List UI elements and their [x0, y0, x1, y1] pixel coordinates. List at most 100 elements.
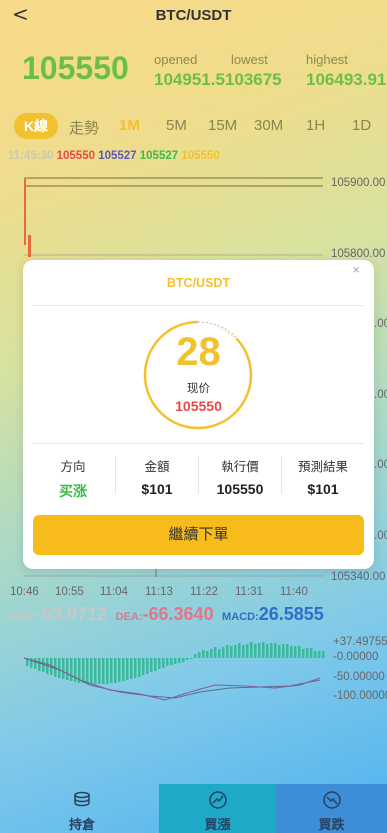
direction-label: 方向: [60, 460, 86, 474]
macd-bar: [218, 649, 221, 658]
y-label: .00: [374, 318, 387, 330]
tab-15m[interactable]: 15M: [208, 117, 237, 134]
x-label: 10:55: [55, 586, 84, 598]
nav-positions[interactable]: 持倉: [23, 784, 141, 833]
macd-bar: [82, 658, 85, 683]
highest-value: 106493.91: [306, 70, 387, 89]
x-label: 11:40: [280, 586, 308, 598]
exec-price-value: 105550: [216, 481, 264, 497]
countdown-value: 28: [176, 330, 221, 374]
macd-bar: [138, 658, 141, 677]
macd-bar: [62, 658, 65, 679]
macd-value: 26.5855: [258, 604, 324, 624]
macd-bar: [174, 658, 177, 664]
macd-level: -0.00000: [333, 651, 379, 663]
x-label: 11:04: [100, 586, 128, 598]
macd-bar: [154, 658, 157, 671]
page-title: BTC/USDT: [155, 7, 232, 24]
amount-label: 金額: [144, 460, 170, 474]
macd-bar: [274, 643, 277, 658]
macd-bar: [306, 648, 309, 658]
macd-bar: [290, 646, 293, 658]
macd-bar: [90, 658, 93, 684]
macd-bar: [294, 646, 297, 658]
tab-1h[interactable]: 1H: [306, 117, 325, 134]
amount-value: $101: [141, 481, 173, 497]
candle-high: 105527: [98, 150, 137, 162]
macd-bar: [118, 658, 121, 682]
tab-5m[interactable]: 5M: [166, 117, 187, 134]
macd-bar: [314, 651, 317, 658]
candle-info: 11:45:30 105550 105527 105527 105550: [8, 150, 220, 162]
macd-bar: [106, 658, 109, 684]
macd-bar: [114, 658, 117, 683]
macd-bar: [302, 649, 305, 658]
nav-buy-down[interactable]: 買跌: [276, 784, 387, 833]
macd-bar: [130, 658, 133, 679]
macd-bar: [210, 649, 213, 658]
macd-bar: [206, 651, 209, 658]
candle-open: 105550: [56, 150, 95, 162]
continue-order-button[interactable]: 繼續下單: [33, 515, 364, 555]
macd-bar: [86, 658, 89, 684]
y-label: 105340.00: [331, 571, 386, 583]
trend-down-icon: [322, 791, 341, 809]
macd-bar: [298, 646, 301, 658]
candle-time: 11:45:30: [8, 150, 54, 162]
x-label: 11:13: [145, 586, 173, 598]
macd-bar: [226, 645, 229, 658]
macd-bar: [70, 658, 73, 681]
tab-1m[interactable]: 1M: [119, 117, 140, 134]
macd-bar: [126, 658, 129, 680]
y-label: 105800.00: [331, 248, 386, 260]
modal-title: BTC/USDT: [166, 276, 231, 290]
macd-bar: [166, 658, 169, 666]
result-value: $101: [307, 481, 339, 497]
macd-bar: [242, 645, 245, 658]
candle-low: 105527: [139, 150, 179, 162]
macd-bar: [102, 658, 105, 684]
divider: [33, 305, 364, 306]
direction-value: 买涨: [59, 483, 87, 499]
macd-bar: [150, 658, 153, 672]
diff-label: DIFF:: [8, 611, 37, 623]
macd-bar: [190, 658, 193, 659]
macd-bar: [214, 647, 217, 658]
macd-bar: [134, 658, 137, 678]
result-label: 預測結果: [297, 460, 348, 474]
x-label: 11:22: [190, 586, 218, 598]
macd-bar: [142, 658, 145, 675]
macd-bar: [238, 643, 241, 658]
tab-kline[interactable]: K線: [14, 113, 58, 139]
dea-label: DEA:: [115, 611, 143, 623]
macd-bar: [246, 644, 249, 658]
result-column: 預測結果 $101: [282, 456, 364, 497]
macd-bar: [318, 651, 321, 658]
trend-up-icon: [208, 791, 227, 809]
macd-bar: [282, 644, 285, 658]
macd-chart: [23, 642, 325, 701]
macd-bar: [110, 658, 113, 683]
direction-column: 方向 买涨: [32, 456, 114, 501]
coins-icon: [74, 791, 90, 807]
nav-buy-up[interactable]: 買漲: [159, 784, 276, 833]
exec-price-label: 執行價: [221, 460, 259, 474]
opened-label: opened: [154, 52, 198, 67]
macd-bar: [122, 658, 125, 681]
macd-bar: [58, 658, 61, 678]
macd-bar: [182, 658, 185, 662]
macd-bar: [202, 650, 205, 658]
macd-bar: [194, 654, 197, 658]
close-icon[interactable]: ×: [352, 262, 360, 277]
macd-bar: [222, 647, 225, 658]
macd-bar: [254, 644, 257, 658]
x-label: 10:46: [10, 586, 39, 598]
tab-30m[interactable]: 30M: [254, 117, 283, 134]
order-result-modal: × BTC/USDT 28 现价 105550 方向 买涨 金額 $101 執行…: [23, 260, 374, 569]
tab-trend[interactable]: 走勢: [69, 117, 99, 138]
macd-level: +37.49755: [333, 636, 387, 648]
candle-close: 105550: [181, 150, 220, 162]
macd-bar: [266, 644, 269, 658]
tab-1d[interactable]: 1D: [352, 117, 371, 134]
macd-histogram: [26, 642, 325, 684]
